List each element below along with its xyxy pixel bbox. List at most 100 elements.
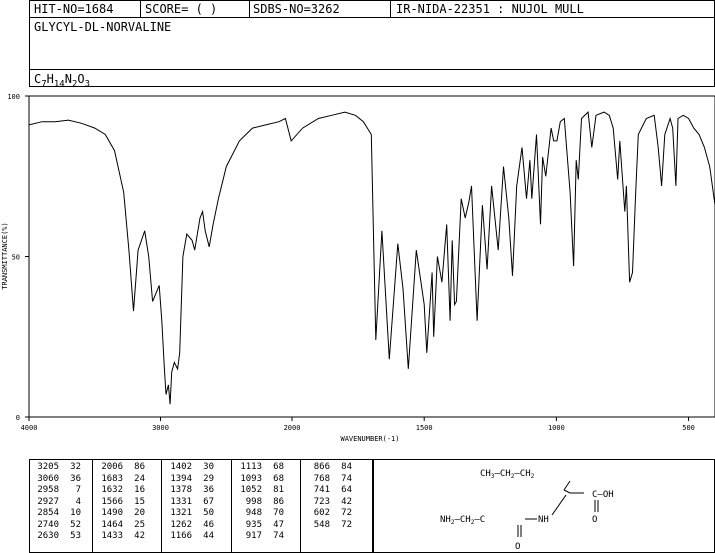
peak-transmittance: 36 [203,485,214,495]
peak-wavenumber: 548 [313,519,330,530]
peak-transmittance: 81 [273,485,284,495]
y-axis-label: TRANSMITTANCE(%) [1,222,9,289]
peak-transmittance: 64 [341,485,352,495]
peak-column: 866 84 768 74 741 64 723 42 602 72 548 72 [304,462,352,531]
table-row: 1464 25 [97,520,145,532]
table-row: 1683 24 [97,474,145,486]
peak-column-divider [231,459,232,553]
table-row: 768 74 [304,474,352,486]
peak-wavenumber: 1402 [170,462,192,472]
peak-wavenumber: 1433 [101,531,123,541]
table-row: 917 74 [236,531,284,543]
bond [563,489,571,494]
table-row: 2927 4 [33,497,81,509]
peak-wavenumber: 768 [313,473,330,484]
peak-transmittance: 36 [70,473,81,484]
peak-column: 2006 86 1683 24 1632 16 1566 15 1490 20 1464 25 1433… [97,462,145,543]
peak-column: 1113 68 1093 68 1052 81 998 86 948 70 935 47 917 74 [236,462,284,543]
peak-wavenumber: 1490 [101,508,123,518]
peak-transmittance: 74 [273,531,284,541]
table-row: 1052 81 [236,485,284,497]
peak-transmittance: 30 [203,462,214,472]
peak-wavenumber: 1166 [170,531,192,541]
peak-transmittance: 16 [134,485,145,495]
table-row: 1331 67 [166,497,214,509]
peak-column: 3205 32 3060 36 2958 7 2927 4 2854 10 2740 52 2630 53 [33,462,81,543]
table-row: 2958 7 [33,485,81,497]
x-tick-label: 500 [682,424,695,432]
peak-transmittance: 7 [75,485,81,495]
peak-transmittance: 70 [273,508,284,518]
peak-transmittance: 42 [341,496,352,507]
peak-column-divider [92,459,93,553]
table-row: 866 84 [304,462,352,474]
peak-wavenumber: 948 [245,508,262,518]
carboxyl-oxygen: O [592,515,597,525]
x-tick-label: 2000 [284,424,301,432]
peak-transmittance: 86 [134,462,145,472]
y-tick-label: 50 [12,254,20,262]
peak-transmittance: 25 [134,519,145,530]
carboxyl-group: C—OH [592,490,614,500]
table-row: 1166 44 [166,531,214,543]
peak-transmittance: 47 [273,519,284,530]
peak-transmittance: 4 [75,496,81,507]
peak-column-divider [161,459,162,553]
table-row: 741 64 [304,485,352,497]
peak-wavenumber: 3205 [37,462,59,472]
peak-wavenumber: 2958 [37,485,59,495]
peak-wavenumber: 1683 [101,473,123,484]
table-row: 1093 68 [236,474,284,486]
table-row: 2854 10 [33,508,81,520]
table-row: 548 72 [304,520,352,532]
peak-wavenumber: 1262 [170,519,192,530]
peak-transmittance: 50 [203,508,214,518]
peak-transmittance: 15 [134,496,145,507]
peak-wavenumber: 1566 [101,496,123,507]
ir-spectrum-chart: 4000 3000 2000 1500 1000 500 0 50 100 WAVENUMBER… [1,93,715,443]
peak-wavenumber: 3060 [37,473,59,484]
bond [551,494,567,516]
peak-transmittance: 42 [134,531,145,541]
peak-transmittance: 86 [273,496,284,507]
peak-wavenumber: 866 [313,462,330,472]
peak-wavenumber: 1113 [240,462,262,472]
table-row: 723 42 [304,497,352,509]
table-row: 2740 52 [33,520,81,532]
peak-wavenumber: 2854 [37,508,59,518]
x-axis-label: WAVENUMBER(-1) [340,435,399,443]
peak-transmittance: 72 [341,508,352,518]
peak-transmittance: 68 [273,473,284,484]
structure-diagram: CH3—CH2—CH2 C—OH O NH2—CH2—C NH O [440,469,614,552]
table-row: 2630 53 [33,531,81,543]
x-tick-label: 1500 [416,424,433,432]
peak-column: 1402 30 1394 29 1378 36 1331 67 1321 50 1262 46 1166… [166,462,214,543]
table-row: 948 70 [236,508,284,520]
peak-transmittance: 10 [70,508,81,518]
peak-wavenumber: 723 [313,496,330,507]
peak-wavenumber: 2927 [37,496,59,507]
table-row: 1490 20 [97,508,145,520]
peak-transmittance: 52 [70,519,81,530]
peak-wavenumber: 1331 [170,496,192,507]
table-row: 3205 32 [33,462,81,474]
peak-transmittance: 20 [134,508,145,518]
propyl-chain: CH3—CH2—CH2 [480,469,535,480]
bond [563,480,571,491]
peak-wavenumber: 2740 [37,519,59,530]
table-row: 1262 46 [166,520,214,532]
spectrum-line [28,111,715,405]
peak-transmittance: 32 [70,462,81,472]
peak-wavenumber: 1093 [240,473,262,484]
table-row: 1433 42 [97,531,145,543]
peak-transmittance: 29 [203,473,214,484]
peak-transmittance: 74 [341,473,352,484]
axis-ticks [25,95,690,421]
table-row: 3060 36 [33,474,81,486]
amine-group: NH2—CH2—C [440,515,485,526]
table-row: 1566 15 [97,497,145,509]
peak-wavenumber: 1632 [101,485,123,495]
table-row: 935 47 [236,520,284,532]
peak-wavenumber: 2630 [37,531,59,541]
table-row: 1321 50 [166,508,214,520]
